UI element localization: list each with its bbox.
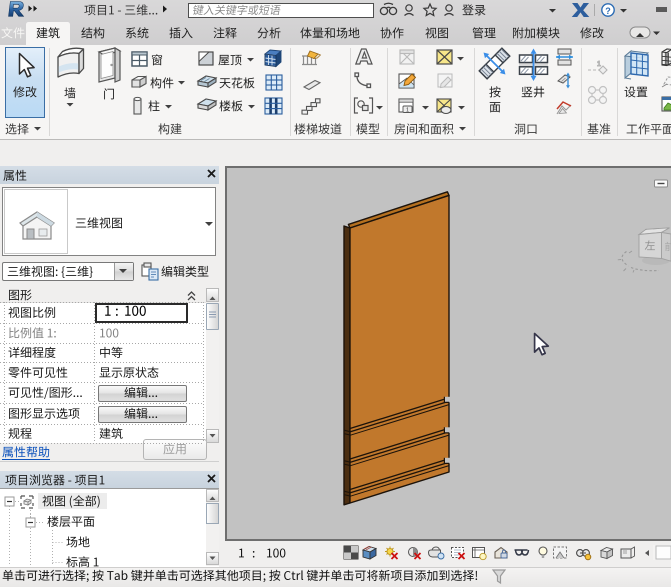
svg-text:1: 1 [406,108,409,114]
svg-text:1: 1 [597,61,601,68]
svg-text:?: ? [605,6,611,16]
